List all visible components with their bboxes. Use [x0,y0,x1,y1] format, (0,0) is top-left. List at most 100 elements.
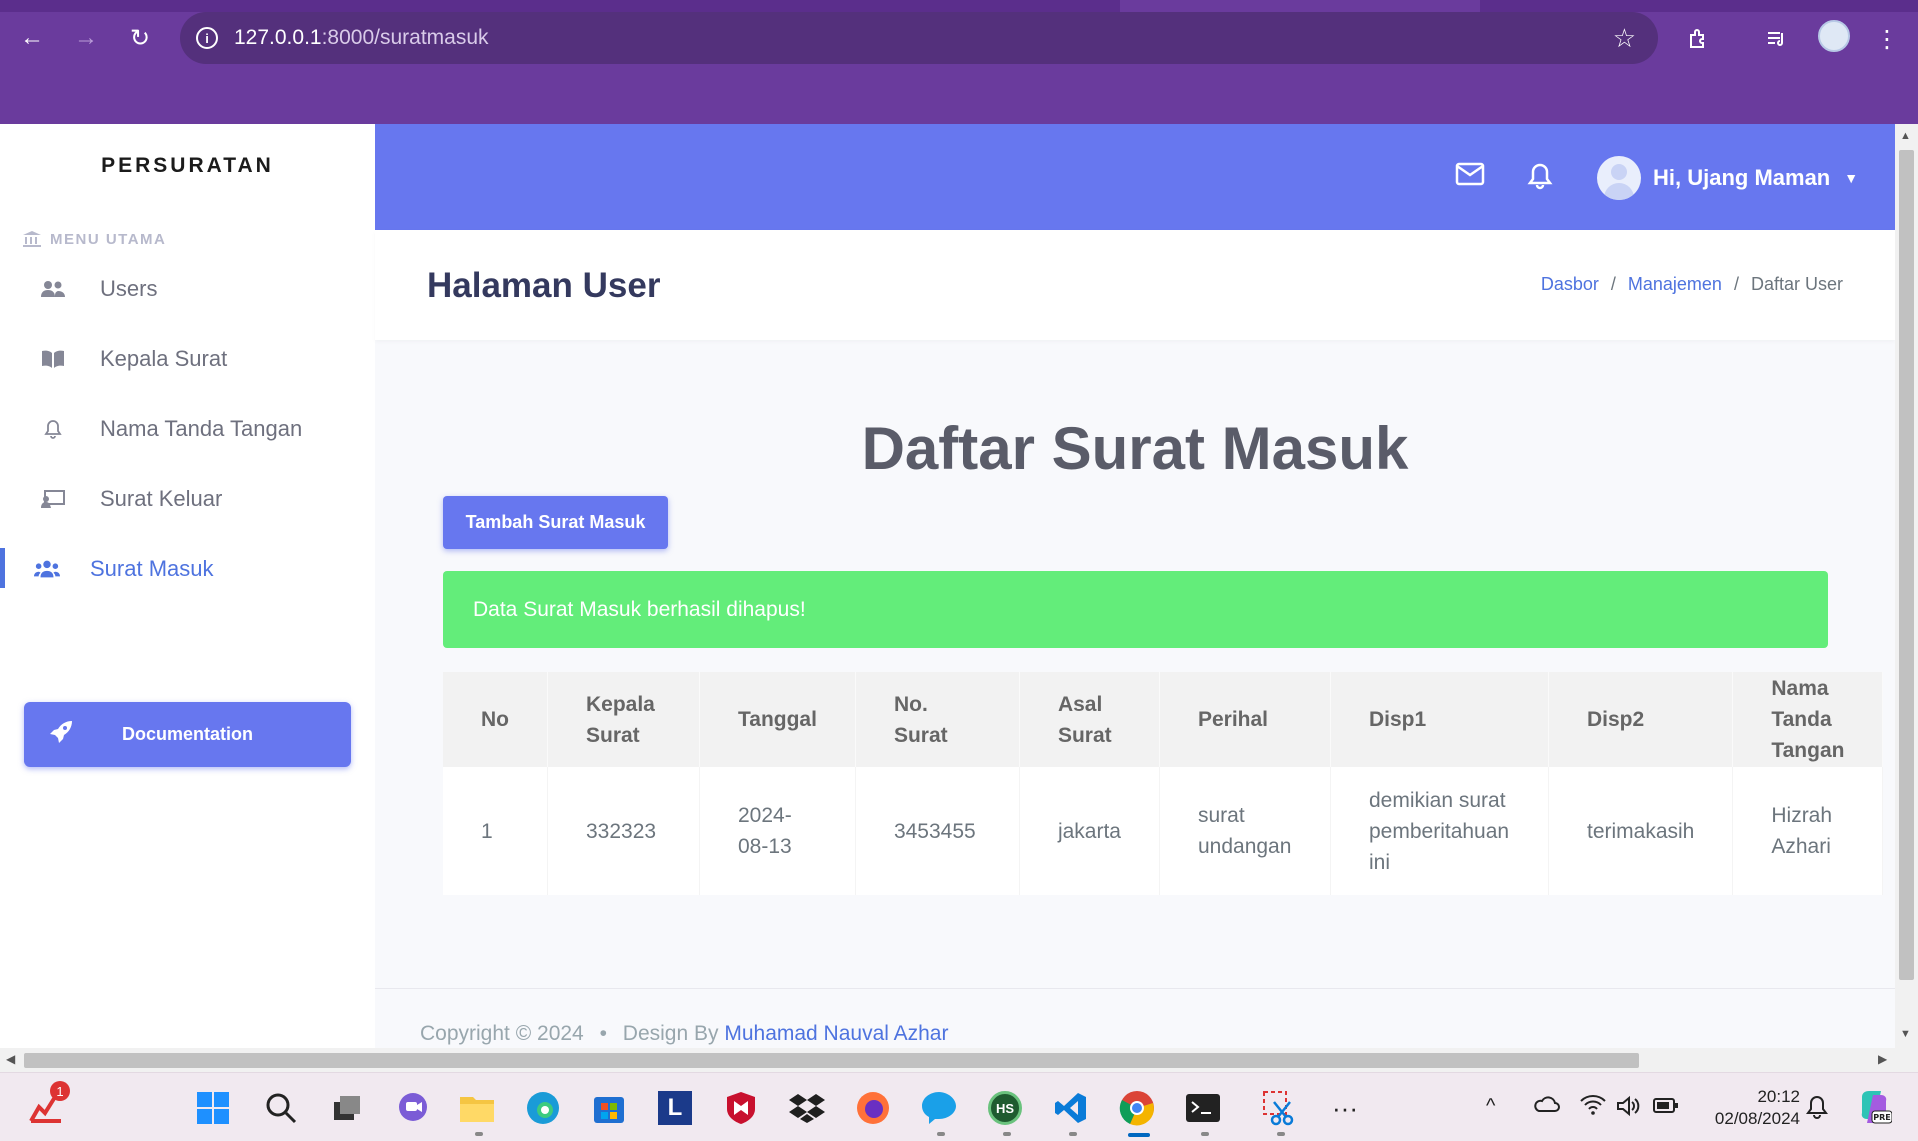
content-heading: Daftar Surat Masuk [861,415,1409,482]
bookmark-star-icon[interactable]: ☆ [1613,23,1636,54]
windows-start-icon[interactable] [192,1087,234,1129]
col-header[interactable]: Asal Surat [1019,672,1160,767]
snipping-tool-icon[interactable] [1258,1087,1300,1129]
envelope-icon[interactable] [1455,162,1485,193]
table-cell: terimakasih [1548,767,1734,895]
copilot-chat-icon[interactable] [918,1087,960,1129]
col-header[interactable]: Disp2 [1548,672,1734,767]
users-icon [40,278,66,300]
chat-app-icon[interactable] [392,1087,434,1129]
table-cell: surat undangan [1159,767,1331,895]
breadcrumb-dasbor[interactable]: Dasbor [1541,274,1599,295]
footer-divider [375,988,1895,989]
sidebar-item-surat-keluar[interactable]: Surat Keluar [0,464,375,534]
l-app-icon[interactable]: L [654,1087,696,1129]
more-apps-icon[interactable]: ··· [1324,1087,1366,1129]
menu-heading-label: MENU UTAMA [50,230,167,248]
scroll-up-arrow[interactable]: ▲ [1900,130,1911,142]
users-icon [34,558,60,580]
brand-title[interactable]: PERSURATAN [0,154,375,178]
reload-icon[interactable]: ↻ [124,22,156,54]
vertical-scroll-thumb[interactable] [1899,150,1914,980]
chrome-browser-icon[interactable] [1116,1087,1158,1129]
scroll-right-arrow[interactable]: ▶ [1878,1052,1887,1066]
table-cell: 2024-08-13 [699,767,856,895]
notification-bell-icon[interactable] [1527,162,1553,197]
edge-browser-icon[interactable] [522,1087,564,1129]
table-cell: jakarta [1019,767,1160,895]
media-control-icon[interactable] [1760,22,1794,56]
url-text[interactable]: 127.0.0.1:8000/suratmasuk [234,26,489,50]
profile-avatar[interactable] [1818,20,1850,52]
scroll-left-arrow[interactable]: ◀ [6,1052,15,1066]
footer-credit-link[interactable]: Muhamad Nauval Azhar [724,1022,948,1045]
volume-icon[interactable] [1616,1095,1642,1123]
running-indicator [1069,1132,1077,1136]
vscode-icon[interactable] [1050,1087,1092,1129]
horizontal-scrollbar[interactable]: ◀ ▶ [0,1048,1918,1072]
running-indicator [475,1132,483,1136]
search-icon[interactable] [260,1087,302,1129]
address-bar[interactable]: i 127.0.0.1:8000/suratmasuk ☆ [180,12,1658,64]
documentation-button[interactable]: Documentation [24,702,351,767]
avatar [1597,156,1641,200]
sidebar-item-kepala-surat[interactable]: Kepala Surat [0,324,375,394]
forward-icon[interactable]: → [70,22,102,54]
breadcrumb-separator: / [1610,274,1616,294]
col-header[interactable]: Perihal [1159,672,1331,767]
horizontal-scroll-thumb[interactable] [24,1053,1639,1068]
vertical-scrollbar[interactable]: ▲ ▼ [1895,124,1918,1048]
table-cell: Hizrah Azhari [1732,767,1884,895]
back-icon[interactable]: ← [16,22,48,54]
col-header[interactable]: Nama Tanda Tangan [1732,672,1884,767]
active-app-indicator [1128,1133,1150,1137]
chevron-up-icon[interactable]: ^ [1486,1095,1495,1118]
breadcrumb: Dasbor / Manajemen / Daftar User [1541,274,1843,295]
page-title: Halaman User [427,266,661,305]
onedrive-cloud-icon[interactable] [1532,1095,1560,1119]
page-viewport: PERSURATAN MENU UTAMA Users Kepala Surat… [0,124,1918,1072]
dropbox-icon[interactable] [786,1087,828,1129]
notification-badge: 1 [50,1081,70,1101]
stock-app-icon[interactable]: 1 [26,1081,70,1129]
success-alert: Data Surat Masuk berhasil dihapus! [443,571,1828,648]
terminal-icon[interactable] [1182,1087,1224,1129]
system-clock[interactable]: 20:12 02/08/2024 [1690,1086,1800,1130]
sidebar-item-nama-tanda-tangan[interactable]: Nama Tanda Tangan [0,394,375,464]
taskbar: 1 L HS ··· ^ 20:12 02/08/2024 PRE [0,1072,1918,1141]
menu-heading: MENU UTAMA [22,230,166,248]
sidebar: PERSURATAN MENU UTAMA Users Kepala Surat… [0,124,375,1048]
sidebar-item-label: Nama Tanda Tangan [100,416,303,441]
task-view-icon[interactable] [326,1087,368,1129]
menu-kebab-icon[interactable]: ⋮ [1870,22,1904,56]
scroll-down-arrow[interactable]: ▼ [1900,1028,1911,1040]
col-header[interactable]: Kepala Surat [547,672,700,767]
add-surat-masuk-button[interactable]: Tambah Surat Masuk [443,496,668,549]
tab-strip-highlight [1120,0,1480,12]
site-info-icon[interactable]: i [196,27,218,49]
copilot-pre-icon[interactable]: PRE [1856,1089,1893,1131]
sidebar-item-surat-masuk[interactable]: Surat Masuk [0,534,375,604]
mcafee-icon[interactable] [720,1087,762,1129]
user-dropdown[interactable]: Hi, Ujang Maman ▼ [1597,156,1858,200]
caret-down-icon: ▼ [1844,170,1859,186]
sidebar-item-users[interactable]: Users [0,254,375,324]
file-explorer-icon[interactable] [456,1087,498,1129]
firefox-icon[interactable] [852,1087,894,1129]
col-header[interactable]: No [443,672,548,767]
microsoft-store-icon[interactable] [588,1087,630,1129]
col-header[interactable]: No. Surat [855,672,1020,767]
hs-app-icon[interactable]: HS [984,1087,1026,1129]
footer-design-by: Design By [622,1022,719,1045]
extensions-icon[interactable] [1682,22,1716,56]
bank-icon [23,231,41,247]
col-header[interactable]: Tanggal [699,672,856,767]
battery-icon[interactable] [1652,1095,1680,1121]
breadcrumb-current: Daftar User [1750,274,1843,294]
sidebar-item-label: Surat Masuk [90,556,214,581]
wifi-icon[interactable] [1580,1095,1606,1121]
table-cell: 3453455 [855,767,1020,895]
breadcrumb-manajemen[interactable]: Manajemen [1628,274,1722,295]
col-header[interactable]: Disp1 [1330,672,1549,767]
notification-center-bell-icon[interactable] [1806,1095,1828,1125]
